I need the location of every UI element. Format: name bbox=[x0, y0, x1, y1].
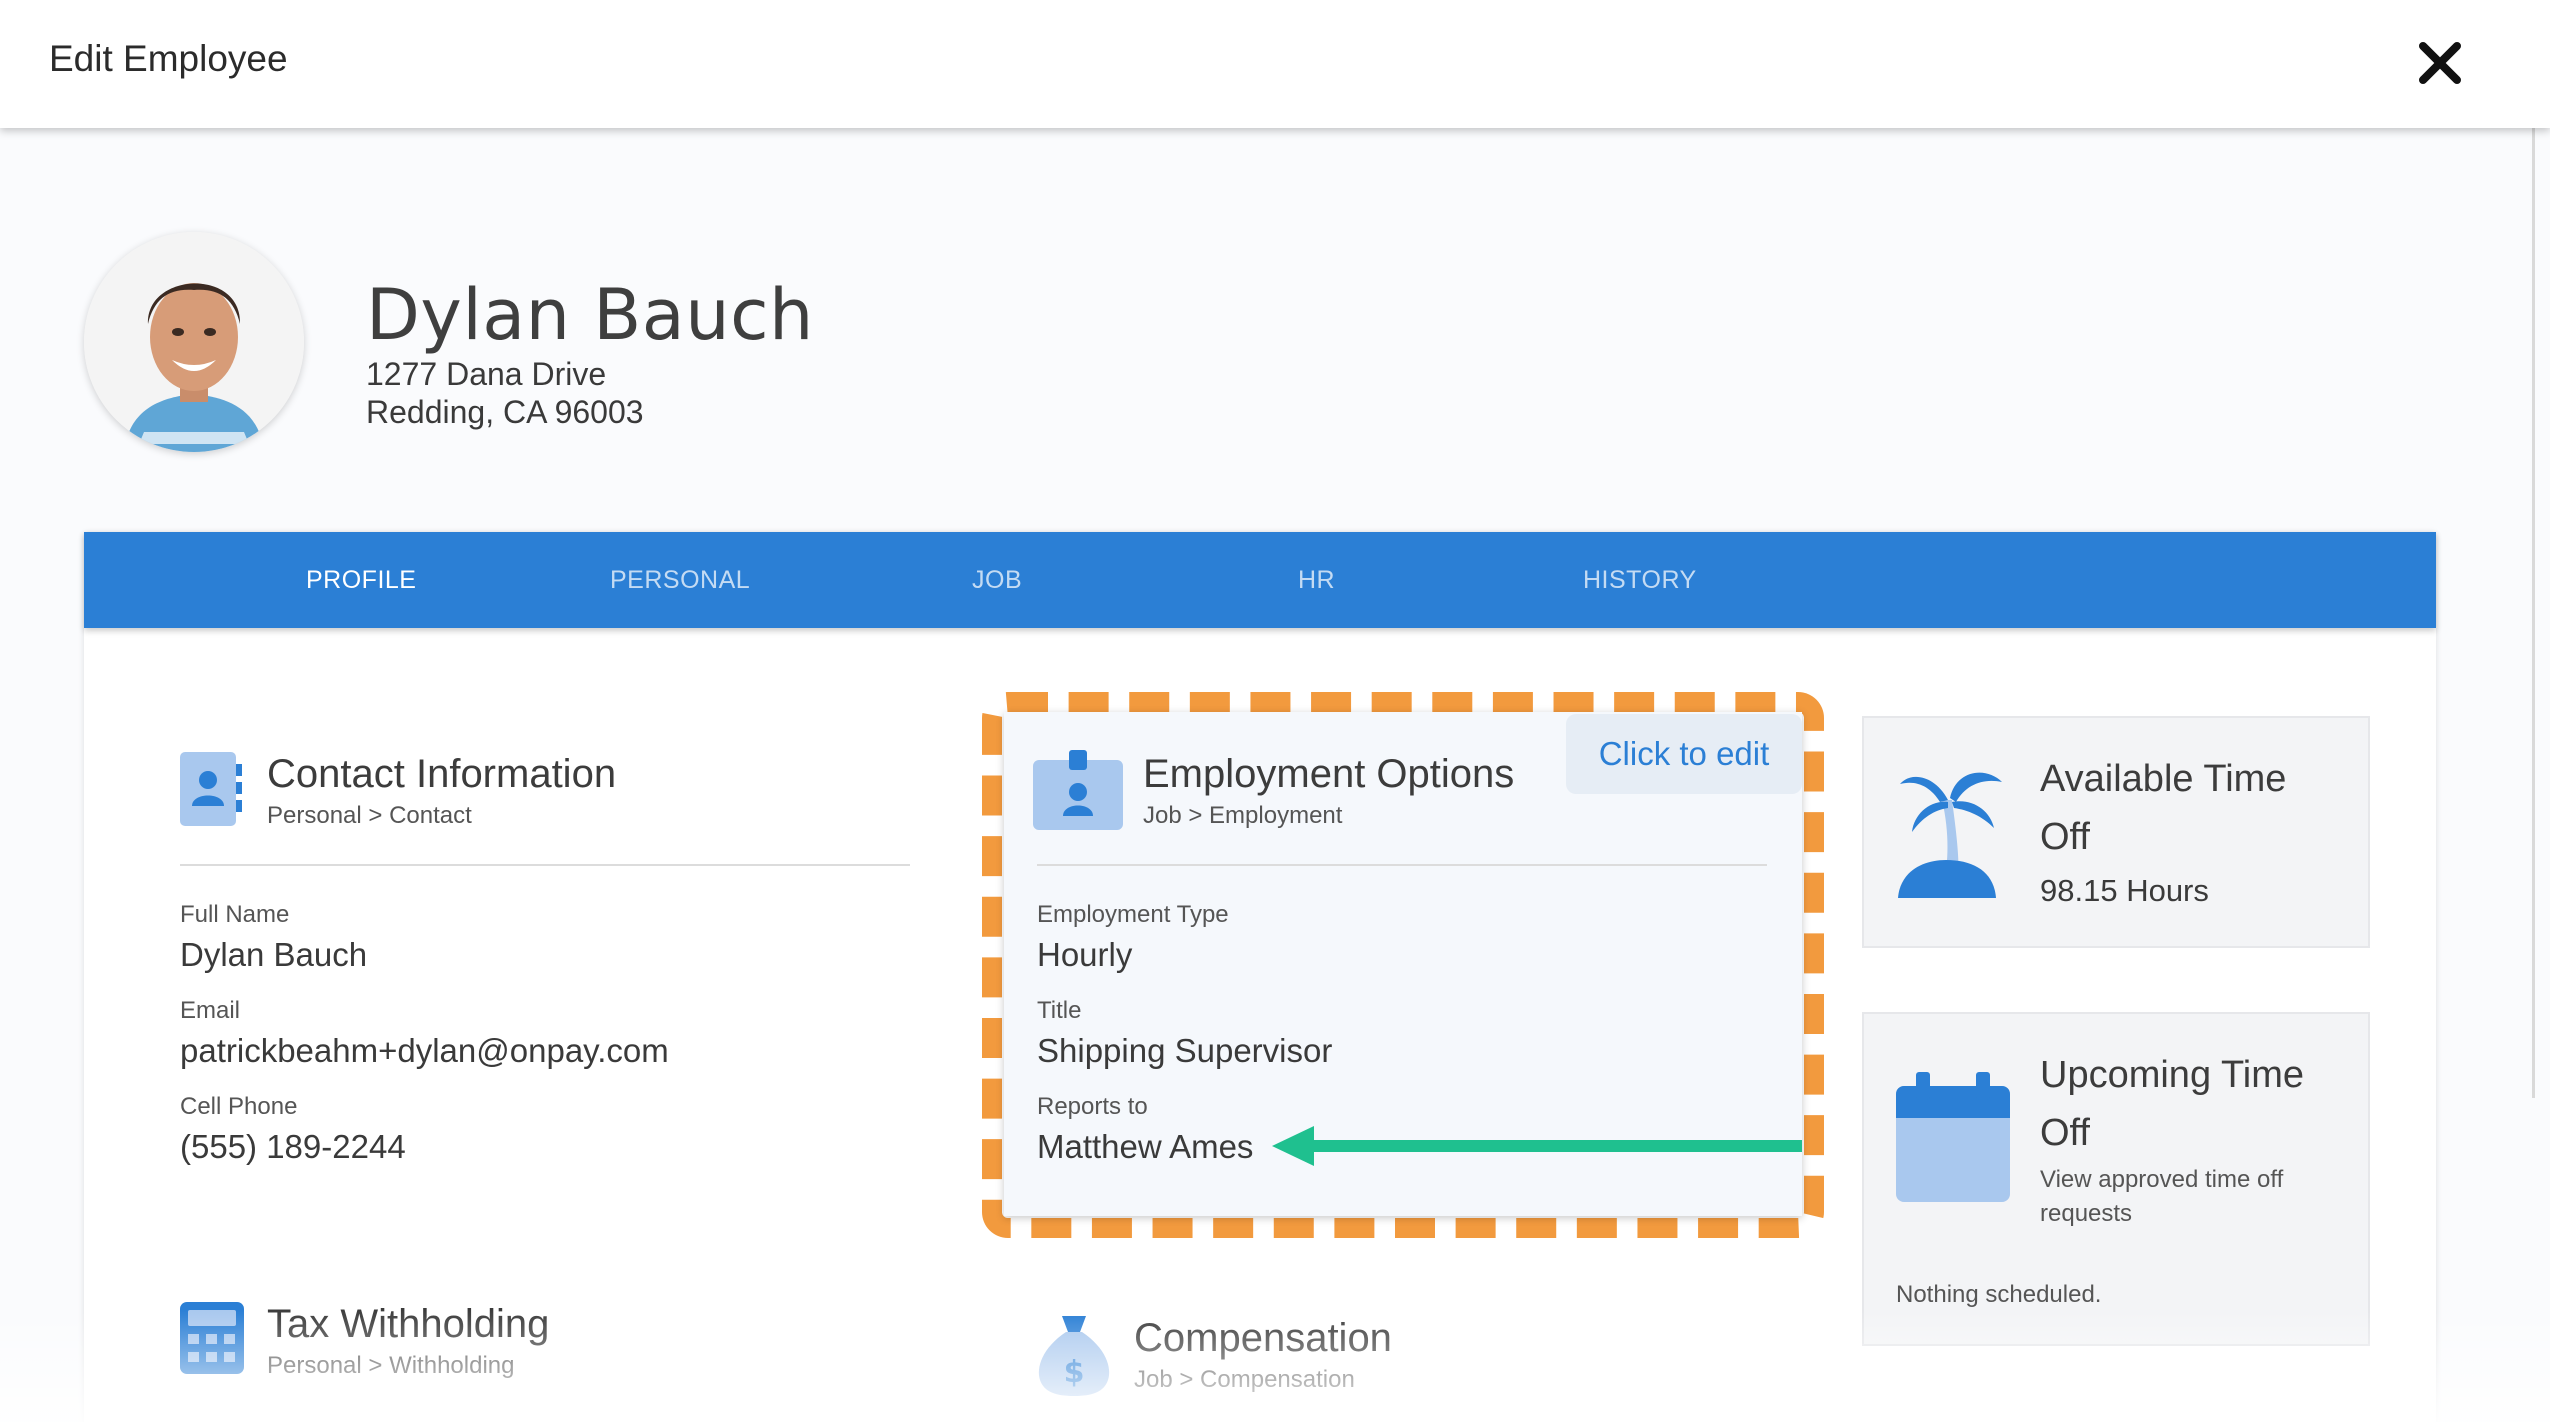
close-button[interactable] bbox=[2417, 40, 2463, 86]
employment-section-title: Employment Options bbox=[1143, 752, 1515, 796]
close-icon bbox=[2419, 42, 2461, 84]
money-bag-icon: $ bbox=[1038, 1316, 1110, 1396]
calendar-icon bbox=[1896, 1072, 2010, 1202]
avatar bbox=[84, 232, 304, 452]
tax-section-breadcrumb: Personal > Withholding bbox=[267, 1352, 515, 1379]
employment-section-breadcrumb: Job > Employment bbox=[1143, 802, 1343, 829]
cell-phone-label: Cell Phone bbox=[180, 1093, 298, 1120]
title-value: Shipping Supervisor bbox=[1037, 1032, 1333, 1069]
upcoming-empty-text: Nothing scheduled. bbox=[1896, 1281, 2102, 1308]
upcoming-time-off-title-line1: Upcoming Time bbox=[2040, 1054, 2304, 1096]
contact-section-breadcrumb: Personal > Contact bbox=[267, 802, 472, 829]
upcoming-desc-line1: View approved time off bbox=[2040, 1166, 2284, 1193]
employment-divider bbox=[1037, 864, 1767, 866]
employment-type-label: Employment Type bbox=[1037, 901, 1229, 928]
full-name-value: Dylan Bauch bbox=[180, 936, 368, 973]
available-time-off-title-line2: Off bbox=[2040, 816, 2090, 858]
arrow-left-icon bbox=[1272, 1126, 1802, 1166]
contact-card-icon bbox=[180, 752, 242, 826]
tax-section-title: Tax Withholding bbox=[267, 1302, 550, 1346]
employee-address-line1: 1277 Dana Drive bbox=[366, 356, 607, 392]
full-name-label: Full Name bbox=[180, 901, 290, 928]
title-label: Title bbox=[1037, 997, 1082, 1024]
available-hours: 98.15 Hours bbox=[2040, 873, 2209, 908]
click-to-edit-button[interactable]: Click to edit bbox=[1566, 714, 1802, 794]
cell-phone-value: (555) 189-2244 bbox=[180, 1128, 406, 1165]
email-label: Email bbox=[180, 997, 241, 1024]
employee-name: Dylan Bauch bbox=[366, 274, 814, 356]
reports-to-label: Reports to bbox=[1037, 1093, 1148, 1120]
svg-text:$: $ bbox=[1064, 1355, 1085, 1390]
tab-bar: PROFILE PERSONAL JOB HR HISTORY bbox=[84, 532, 2436, 628]
scrollbar[interactable] bbox=[2532, 128, 2535, 1098]
employee-address-line2: Redding, CA 96003 bbox=[366, 394, 644, 430]
compensation-section-breadcrumb: Job > Compensation bbox=[1134, 1366, 1355, 1393]
upcoming-time-off-title-line2: Off bbox=[2040, 1112, 2090, 1154]
id-badge-icon bbox=[1033, 750, 1123, 830]
tab-personal[interactable]: PERSONAL bbox=[610, 566, 750, 595]
tab-history[interactable]: HISTORY bbox=[1583, 566, 1697, 595]
tab-hr[interactable]: HR bbox=[1298, 566, 1335, 595]
contact-divider bbox=[180, 864, 910, 866]
available-time-off-title-line1: Available Time bbox=[2040, 758, 2287, 800]
employment-type-value: Hourly bbox=[1037, 936, 1133, 973]
email-value: patrickbeahm+dylan@onpay.com bbox=[180, 1032, 669, 1069]
header-bar: Edit Employee bbox=[0, 0, 2550, 128]
page-title: Edit Employee bbox=[49, 38, 288, 79]
compensation-section-title: Compensation bbox=[1134, 1316, 1392, 1360]
reports-to-value: Matthew Ames bbox=[1037, 1128, 1254, 1165]
upcoming-desc-line2: requests bbox=[2040, 1200, 2133, 1227]
contact-section-title: Contact Information bbox=[267, 752, 617, 796]
calculator-icon bbox=[180, 1302, 244, 1374]
palm-tree-icon bbox=[1898, 772, 2002, 898]
tab-job[interactable]: JOB bbox=[972, 566, 1022, 595]
avatar-photo bbox=[84, 232, 304, 452]
tab-profile[interactable]: PROFILE bbox=[306, 566, 416, 595]
